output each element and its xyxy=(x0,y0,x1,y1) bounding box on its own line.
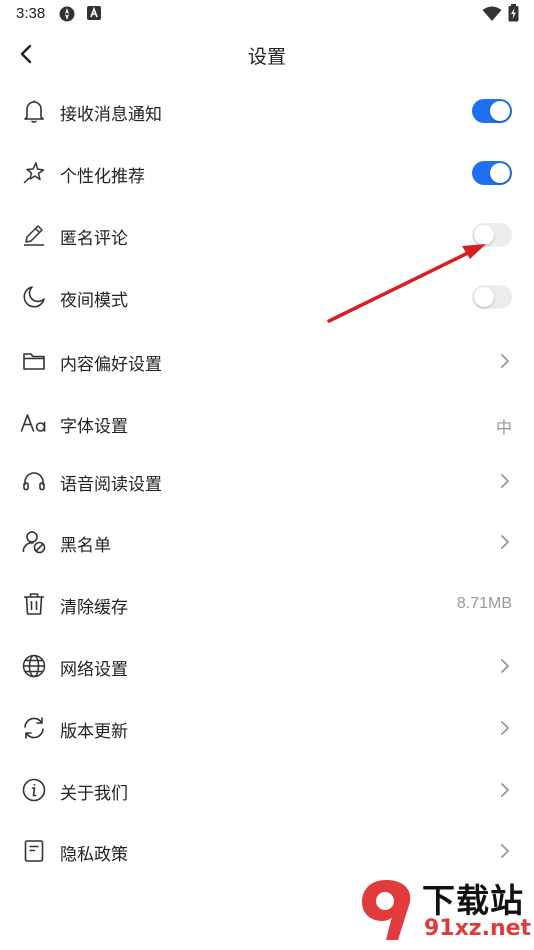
setting-row-clear-cache[interactable]: 清除缓存 8.71MB xyxy=(0,573,534,635)
moon-icon xyxy=(20,283,48,311)
chevron-right-icon xyxy=(501,844,509,858)
setting-row-about-us[interactable]: 关于我们 xyxy=(0,759,534,821)
setting-label: 黑名单 xyxy=(60,536,111,555)
star-sparkle-icon xyxy=(20,159,48,187)
setting-row-content-preferences[interactable]: 内容偏好设置 xyxy=(0,330,534,392)
refresh-icon xyxy=(20,714,48,742)
app-notification-icon xyxy=(86,5,102,26)
setting-label: 网络设置 xyxy=(60,660,128,679)
globe-icon xyxy=(20,652,48,680)
info-icon xyxy=(20,776,48,804)
chevron-right-icon xyxy=(501,474,509,488)
setting-row-font[interactable]: 字体设置 中 xyxy=(0,392,534,454)
setting-label: 关于我们 xyxy=(60,784,128,803)
font-aa-icon xyxy=(20,409,48,437)
setting-row-privacy-policy[interactable]: 隐私政策 xyxy=(0,820,534,882)
headphones-icon xyxy=(20,467,48,495)
toggle-knob xyxy=(474,225,494,245)
setting-row-anonymous-comment[interactable]: 匿名评论 xyxy=(0,204,534,266)
setting-label: 版本更新 xyxy=(60,722,128,741)
status-bar: 3:38 xyxy=(0,0,534,28)
setting-label: 清除缓存 xyxy=(60,598,128,617)
pencil-icon xyxy=(20,221,48,249)
setting-label: 夜间模式 xyxy=(60,291,128,310)
watermark-url: 91xz.net xyxy=(424,916,532,941)
page-title: 设置 xyxy=(247,47,286,68)
battery-icon xyxy=(508,4,519,27)
setting-label: 字体设置 xyxy=(60,417,128,436)
setting-row-version-update[interactable]: 版本更新 xyxy=(0,697,534,759)
night-mode-toggle[interactable] xyxy=(472,285,512,309)
status-time: 3:38 xyxy=(16,5,46,22)
font-size-value: 中 xyxy=(495,420,512,437)
toggle-knob xyxy=(474,287,494,307)
personalized-recommend-toggle[interactable] xyxy=(472,161,512,185)
chevron-right-icon xyxy=(501,721,509,735)
wifi-icon xyxy=(482,6,502,27)
watermark-title: 下载站 xyxy=(422,881,524,920)
setting-row-network[interactable]: 网络设置 xyxy=(0,635,534,697)
setting-row-blacklist[interactable]: 黑名单 xyxy=(0,511,534,573)
block-user-icon xyxy=(20,528,48,556)
setting-row-voice-reading[interactable]: 语音阅读设置 xyxy=(0,450,534,512)
folder-icon xyxy=(20,347,48,375)
setting-label: 匿名评论 xyxy=(60,229,128,248)
site-watermark: 下载站 91xz.net xyxy=(358,874,532,948)
setting-row-night-mode[interactable]: 夜间模式 xyxy=(0,266,534,328)
chevron-right-icon xyxy=(501,659,509,673)
sync-status-icon xyxy=(58,5,76,28)
setting-row-notifications[interactable]: 接收消息通知 xyxy=(0,80,534,142)
trash-icon xyxy=(20,590,48,618)
setting-label: 接收消息通知 xyxy=(60,105,162,124)
setting-label: 内容偏好设置 xyxy=(60,355,162,374)
setting-label: 隐私政策 xyxy=(60,845,128,864)
setting-label: 个性化推荐 xyxy=(60,167,145,186)
chevron-right-icon xyxy=(501,783,509,797)
document-icon xyxy=(20,837,48,865)
bell-icon xyxy=(20,97,48,125)
watermark-logo-icon xyxy=(362,880,411,940)
chevron-right-icon xyxy=(501,354,509,368)
cache-size-value: 8.71MB xyxy=(456,595,512,612)
notifications-toggle[interactable] xyxy=(472,99,512,123)
toggle-knob xyxy=(490,101,510,121)
top-app-bar: 设置 xyxy=(0,30,534,78)
anonymous-comment-toggle[interactable] xyxy=(472,223,512,247)
setting-label: 语音阅读设置 xyxy=(60,475,162,494)
setting-row-personalized-recommend[interactable]: 个性化推荐 xyxy=(0,142,534,204)
chevron-right-icon xyxy=(501,535,509,549)
toggle-knob xyxy=(490,163,510,183)
